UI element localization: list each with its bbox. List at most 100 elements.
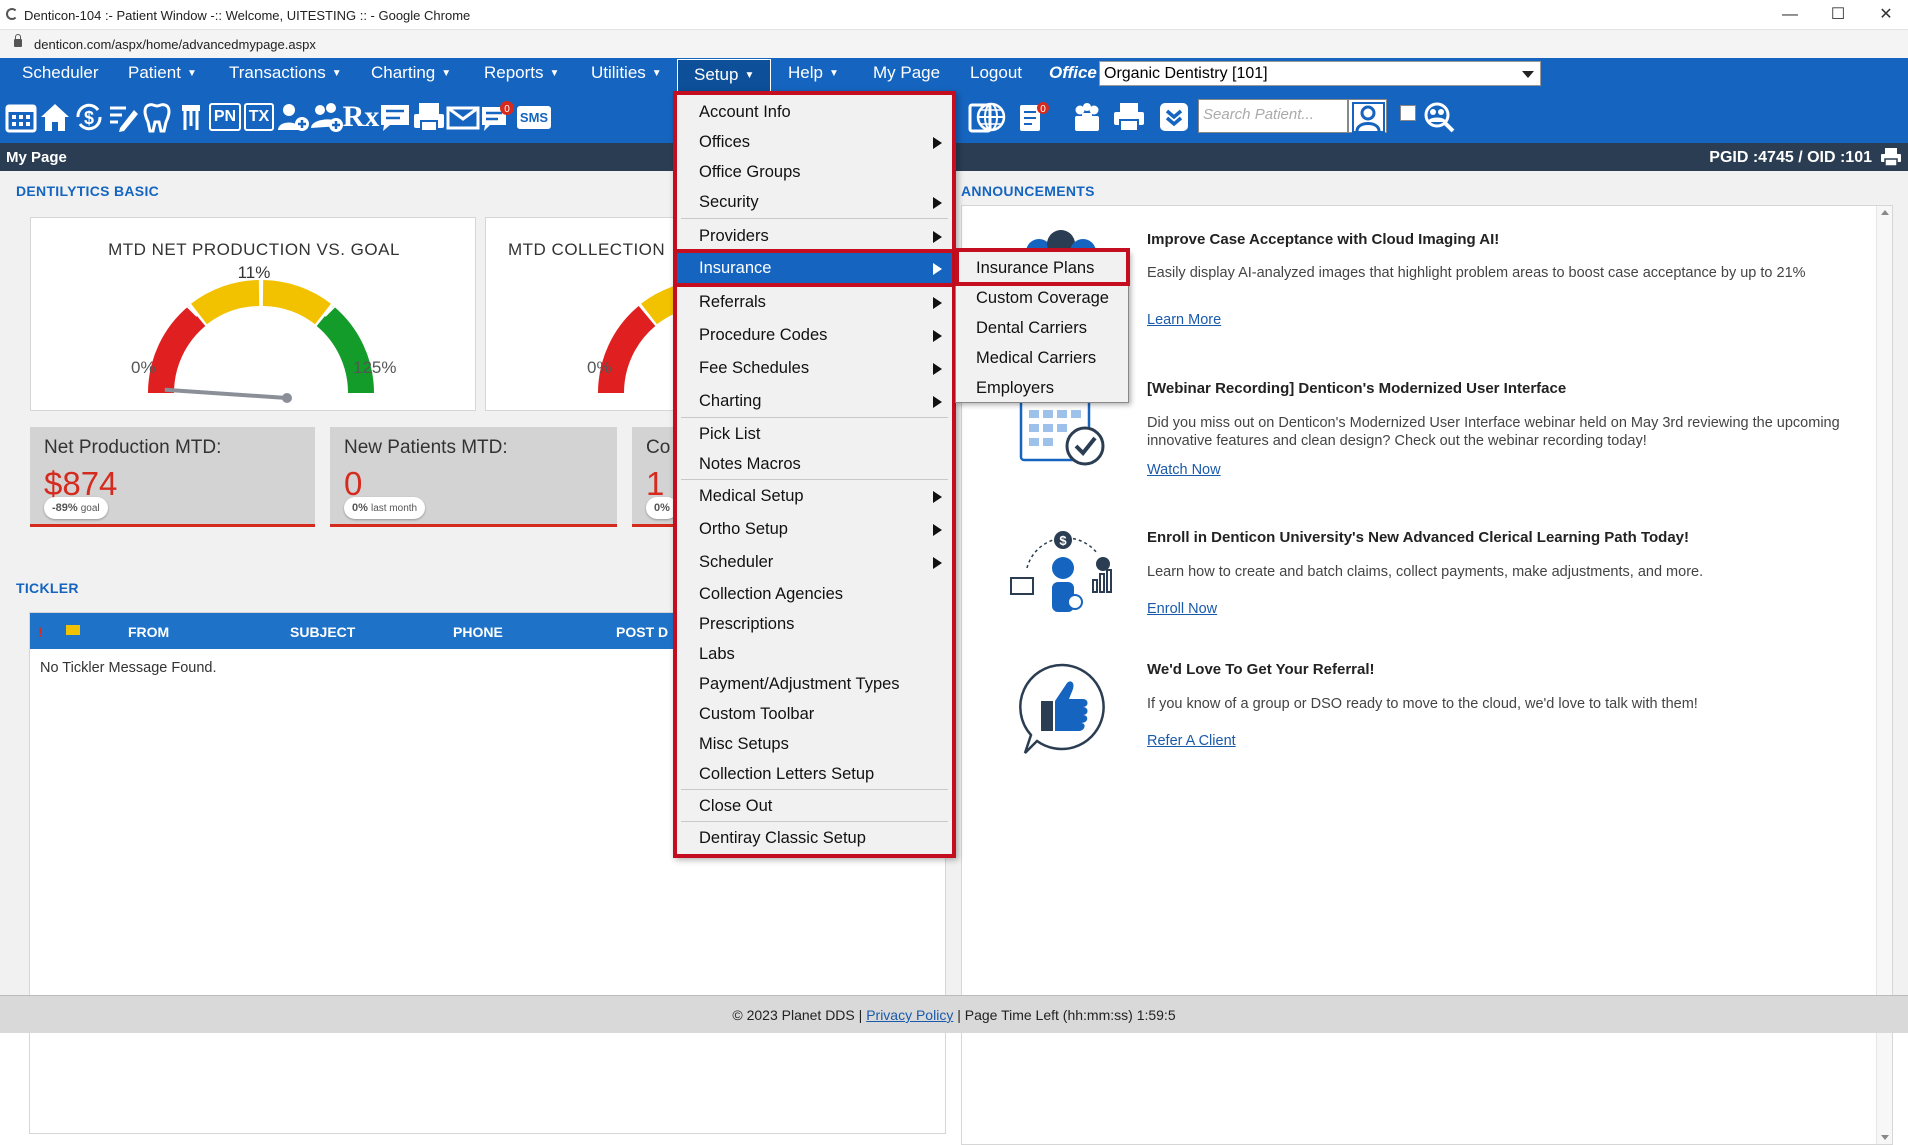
submenu-item-dental-carriers[interactable]: Dental Carriers — [956, 313, 1128, 343]
col-post-date[interactable]: POST D — [616, 624, 668, 640]
menu-item-fee-schedules[interactable]: Fee Schedules — [677, 353, 952, 383]
nav-utilities[interactable]: Utilities ▼ — [591, 58, 662, 91]
url-text[interactable]: denticon.com/aspx/home/advancedmypage.as… — [34, 37, 316, 52]
patient-search-icon[interactable] — [1348, 99, 1387, 133]
submenu-item-employers[interactable]: Employers — [956, 373, 1128, 403]
watch-now-link[interactable]: Watch Now — [1147, 462, 1221, 478]
menu-item-label: Office Groups — [699, 163, 801, 181]
col-subject[interactable]: SUBJECT — [290, 624, 355, 640]
printer-icon[interactable] — [1110, 98, 1148, 136]
pill-value: 0% — [654, 502, 670, 514]
nav-transactions[interactable]: Transactions ▼ — [229, 58, 342, 91]
menu-item-charting[interactable]: Charting — [677, 386, 952, 416]
menu-item-label: Offices — [699, 133, 751, 151]
add-family-icon[interactable] — [308, 98, 346, 136]
menu-item-custom-toolbar[interactable]: Custom Toolbar — [677, 699, 952, 729]
download-box-icon[interactable] — [1155, 98, 1193, 136]
gauge-max-label: 125% — [353, 358, 397, 377]
email-icon[interactable] — [444, 98, 482, 136]
checkbox[interactable] — [1400, 105, 1416, 121]
maximize-button[interactable]: ☐ — [1818, 2, 1858, 28]
dropdown-arrow-icon — [1522, 71, 1534, 78]
fax-icon[interactable] — [410, 98, 448, 136]
submenu-arrow-icon — [933, 137, 942, 149]
menu-item-ortho-setup[interactable]: Ortho Setup — [677, 514, 952, 544]
submenu-item-medical-carriers[interactable]: Medical Carriers — [956, 343, 1128, 373]
progress-notes-icon[interactable]: PN — [206, 98, 244, 136]
dollar-cycle-icon[interactable]: $ — [70, 98, 108, 136]
caret-down-icon: ▼ — [651, 68, 662, 79]
menu-item-medical-setup[interactable]: Medical Setup — [677, 481, 952, 511]
group-icon[interactable] — [1068, 98, 1106, 136]
submenu-item-custom-coverage[interactable]: Custom Coverage — [956, 283, 1128, 313]
menu-item-prescriptions[interactable]: Prescriptions — [677, 609, 952, 639]
nav-setup[interactable]: Setup ▼ — [677, 59, 772, 91]
menu-item-collection-agencies[interactable]: Collection Agencies — [677, 579, 952, 609]
enroll-now-link[interactable]: Enroll Now — [1147, 601, 1217, 617]
calendar-icon[interactable] — [2, 98, 40, 136]
close-window-button[interactable]: ✕ — [1866, 2, 1906, 28]
menu-item-referrals[interactable]: Referrals — [677, 287, 952, 317]
announcement-title: [Webinar Recording] Denticon's Modernize… — [1147, 380, 1567, 397]
window-title: Denticon-104 :- Patient Window -:: Welco… — [24, 8, 471, 23]
submenu-item-label: Medical Carriers — [976, 349, 1097, 367]
nav-reports[interactable]: Reports ▼ — [484, 58, 559, 91]
nav-help[interactable]: Help ▼ — [788, 58, 839, 91]
org-ids: PGID :4745 / OID :101 — [1709, 149, 1872, 166]
office-select[interactable]: Organic Dentistry [101] — [1099, 61, 1541, 86]
menu-item-account-info[interactable]: Account Info — [677, 97, 952, 127]
nav-logout[interactable]: Logout — [970, 58, 1022, 91]
menu-item-security[interactable]: Security — [677, 187, 952, 217]
globe-icon[interactable] — [972, 98, 1010, 136]
nav-patient[interactable]: Patient ▼ — [128, 58, 197, 91]
implant-icon[interactable] — [172, 98, 210, 136]
menu-item-label: Charting — [699, 392, 762, 410]
menu-item-procedure-codes[interactable]: Procedure Codes — [677, 320, 952, 350]
nav-mypage[interactable]: My Page — [873, 58, 940, 91]
menu-item-misc-setups[interactable]: Misc Setups — [677, 729, 952, 759]
submenu-item-label: Dental Carriers — [976, 319, 1087, 337]
home-icon[interactable] — [36, 98, 74, 136]
menu-item-providers[interactable]: Providers — [677, 221, 952, 251]
menu-item-payment-adjustment-types[interactable]: Payment/Adjustment Types — [677, 669, 952, 699]
search-patient-input[interactable]: Search Patient... — [1198, 99, 1348, 133]
refer-a-client-link[interactable]: Refer A Client — [1147, 733, 1236, 749]
chat-badge: 0 — [504, 104, 510, 115]
document-badge-icon[interactable]: 0 — [1014, 98, 1052, 136]
scroll-down-icon[interactable] — [1881, 1135, 1889, 1140]
tooth-icon[interactable] — [138, 98, 176, 136]
stat-pill: 0% last month — [344, 497, 426, 519]
col-phone[interactable]: PHONE — [453, 624, 503, 640]
menu-item-pick-list[interactable]: Pick List — [677, 419, 952, 449]
menu-item-collection-letters-setup[interactable]: Collection Letters Setup — [677, 759, 952, 789]
privacy-policy-link[interactable]: Privacy Policy — [866, 1007, 953, 1023]
sms-icon[interactable]: SMS — [512, 98, 556, 136]
menu-item-labs[interactable]: Labs — [677, 639, 952, 669]
edit-notes-icon[interactable] — [104, 98, 142, 136]
print-icon[interactable] — [1880, 147, 1902, 167]
message-icon[interactable] — [376, 98, 414, 136]
menu-item-office-groups[interactable]: Office Groups — [677, 157, 952, 187]
menu-item-offices[interactable]: Offices — [677, 127, 952, 157]
col-from[interactable]: FROM — [128, 624, 169, 640]
nav-scheduler[interactable]: Scheduler — [22, 58, 99, 91]
rx-label: Rx — [342, 100, 380, 133]
menu-item-close-out[interactable]: Close Out — [677, 791, 952, 821]
minimize-button[interactable]: — — [1770, 2, 1810, 28]
treatment-plan-icon[interactable]: TX — [240, 98, 278, 136]
menu-item-label: Collection Letters Setup — [699, 765, 875, 783]
prescription-icon[interactable]: Rx — [342, 98, 380, 136]
menu-item-notes-macros[interactable]: Notes Macros — [677, 449, 952, 479]
chat-icon[interactable]: 0 — [478, 98, 516, 136]
learn-more-link[interactable]: Learn More — [1147, 312, 1221, 328]
menu-item-scheduler[interactable]: Scheduler — [677, 547, 952, 577]
scroll-up-icon[interactable] — [1881, 210, 1889, 215]
nav-scheduler-label: Scheduler — [22, 63, 99, 82]
lock-icon — [14, 34, 22, 47]
menu-divider — [681, 417, 948, 418]
menu-item-dentiray-classic-setup[interactable]: Dentiray Classic Setup — [677, 823, 952, 853]
address-bar[interactable]: denticon.com/aspx/home/advancedmypage.as… — [0, 30, 1908, 58]
nav-charting[interactable]: Charting ▼ — [371, 58, 451, 91]
advanced-search-icon[interactable] — [1420, 98, 1458, 136]
add-patient-icon[interactable] — [274, 98, 312, 136]
